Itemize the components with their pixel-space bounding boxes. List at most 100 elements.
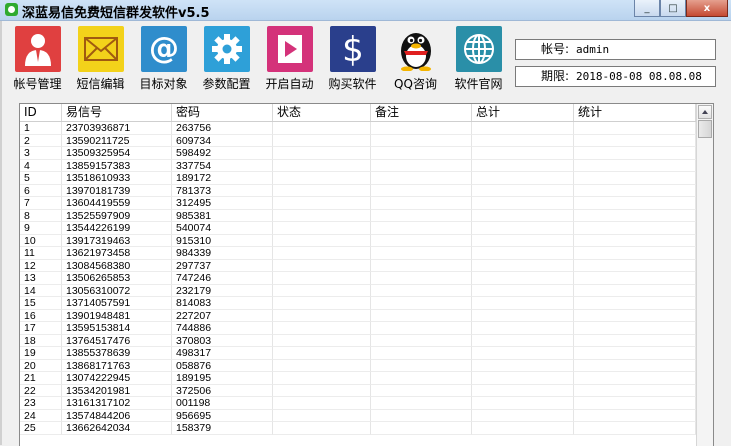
globe-icon	[455, 26, 502, 72]
column-header-total[interactable]: 总计	[472, 104, 574, 121]
column-header-stats[interactable]: 统计	[574, 104, 696, 121]
minimize-button[interactable]: _	[634, 0, 660, 17]
maximize-button[interactable]: □	[660, 0, 686, 17]
table-cell	[472, 122, 574, 135]
table-cell: 498317	[172, 347, 273, 360]
table-cell	[574, 372, 696, 385]
table-cell: 5	[20, 172, 62, 185]
table-cell	[273, 197, 371, 210]
table-cell: 3	[20, 147, 62, 160]
table-cell: 915310	[172, 234, 273, 247]
website-button[interactable]: 软件官网	[447, 26, 510, 96]
table-cell: 1	[20, 122, 62, 135]
column-header-id[interactable]: ID	[20, 104, 62, 121]
target-button[interactable]: @ 目标对象	[132, 26, 195, 96]
table-row[interactable]: 16 13901948481 227207	[20, 309, 696, 322]
table-cell: 24	[20, 409, 62, 422]
column-header-status[interactable]: 状态	[273, 104, 371, 121]
dollar-icon: $	[329, 26, 376, 72]
table-cell	[371, 409, 472, 422]
table-cell	[472, 322, 574, 335]
toolbar-label: 短信编辑	[76, 77, 125, 91]
table-row[interactable]: 22 13534201981 372506	[20, 384, 696, 397]
table-cell	[472, 159, 574, 172]
scroll-up-button[interactable]	[698, 105, 712, 119]
vertical-scrollbar[interactable]	[696, 104, 713, 446]
column-header-note[interactable]: 备注	[371, 104, 472, 121]
table-cell	[472, 234, 574, 247]
title-bar[interactable]: 深蓝易信免费短信群发软件v5.5 _ □ x	[0, 0, 731, 21]
table-cell	[472, 347, 574, 360]
qq-consult-button[interactable]: QQ咨询	[384, 26, 447, 96]
table-row[interactable]: 18 13764517476 370803	[20, 334, 696, 347]
account-table[interactable]: ID 易信号 密码 状态 备注 总计 统计 1 23703936871 263756…	[19, 103, 714, 446]
table-cell	[472, 372, 574, 385]
table-row[interactable]: 7 13604419559 312495	[20, 197, 696, 210]
settings-button[interactable]: 参数配置	[195, 26, 258, 96]
table-cell	[371, 372, 472, 385]
table-row[interactable]: 3 13509325954 598492	[20, 147, 696, 160]
scroll-thumb[interactable]	[698, 120, 712, 138]
table-cell	[574, 384, 696, 397]
table-cell	[574, 259, 696, 272]
table-row[interactable]: 19 13855378639 498317	[20, 347, 696, 360]
table-cell	[273, 409, 371, 422]
table-row[interactable]: 11 13621973458 984339	[20, 247, 696, 260]
table-cell: 11	[20, 247, 62, 260]
table-cell	[371, 422, 472, 435]
table-cell	[273, 384, 371, 397]
table-row[interactable]: 13 13506265853 747246	[20, 272, 696, 285]
table-row[interactable]: 5 13518610933 189172	[20, 172, 696, 185]
svg-text:$: $	[342, 31, 364, 67]
table-cell	[472, 209, 574, 222]
column-header-yixin[interactable]: 易信号	[62, 104, 172, 121]
table-row[interactable]: 23 13161317102 001198	[20, 397, 696, 410]
table-cell	[574, 322, 696, 335]
window-border	[0, 20, 2, 445]
table-cell: 13084568380	[62, 259, 172, 272]
table-cell	[472, 272, 574, 285]
table-row[interactable]: 15 13714057591 814083	[20, 297, 696, 310]
table-cell: 263756	[172, 122, 273, 135]
table-cell	[273, 334, 371, 347]
table-cell: 337754	[172, 159, 273, 172]
table-cell	[273, 272, 371, 285]
table-cell	[371, 172, 472, 185]
table-cell	[371, 397, 472, 410]
table-cell: 25	[20, 422, 62, 435]
table-cell	[574, 134, 696, 147]
table-row[interactable]: 17 13595153814 744886	[20, 322, 696, 335]
table-row[interactable]: 14 13056310072 232179	[20, 284, 696, 297]
table-row[interactable]: 8 13525597909 985381	[20, 209, 696, 222]
table-cell	[574, 247, 696, 260]
table-row[interactable]: 20 13868171763 058876	[20, 359, 696, 372]
table-row[interactable]: 6 13970181739 781373	[20, 184, 696, 197]
table-cell	[472, 384, 574, 397]
table-cell	[574, 297, 696, 310]
table-row[interactable]: 10 13917319463 915310	[20, 234, 696, 247]
table-row[interactable]: 1 23703936871 263756	[20, 122, 696, 135]
table-header: ID 易信号 密码 状态 备注 总计 统计	[20, 104, 696, 122]
table-cell: 297737	[172, 259, 273, 272]
close-button[interactable]: x	[686, 0, 728, 17]
buy-button[interactable]: $ 购买软件	[321, 26, 384, 96]
table-row[interactable]: 4 13859157383 337754	[20, 159, 696, 172]
table-cell	[273, 347, 371, 360]
table-row[interactable]: 21 13074222945 189195	[20, 372, 696, 385]
table-cell	[574, 122, 696, 135]
table-cell: 984339	[172, 247, 273, 260]
account-label: 帐号:	[541, 42, 570, 56]
table-row[interactable]: 2 13590211725 609734	[20, 134, 696, 147]
expiry-label: 期限:	[541, 69, 570, 83]
table-row[interactable]: 12 13084568380 297737	[20, 259, 696, 272]
toolbar-label: 帐号管理	[13, 77, 62, 91]
table-cell: 372506	[172, 384, 273, 397]
table-cell	[371, 309, 472, 322]
table-row[interactable]: 25 13662642034 158379	[20, 422, 696, 435]
table-row[interactable]: 24 13574844206 956695	[20, 409, 696, 422]
table-row[interactable]: 9 13544226199 540074	[20, 222, 696, 235]
account-manager-button[interactable]: 帐号管理	[6, 26, 69, 96]
column-header-password[interactable]: 密码	[172, 104, 273, 121]
sms-edit-button[interactable]: 短信编辑	[69, 26, 132, 96]
auto-start-button[interactable]: 开启自动	[258, 26, 321, 96]
